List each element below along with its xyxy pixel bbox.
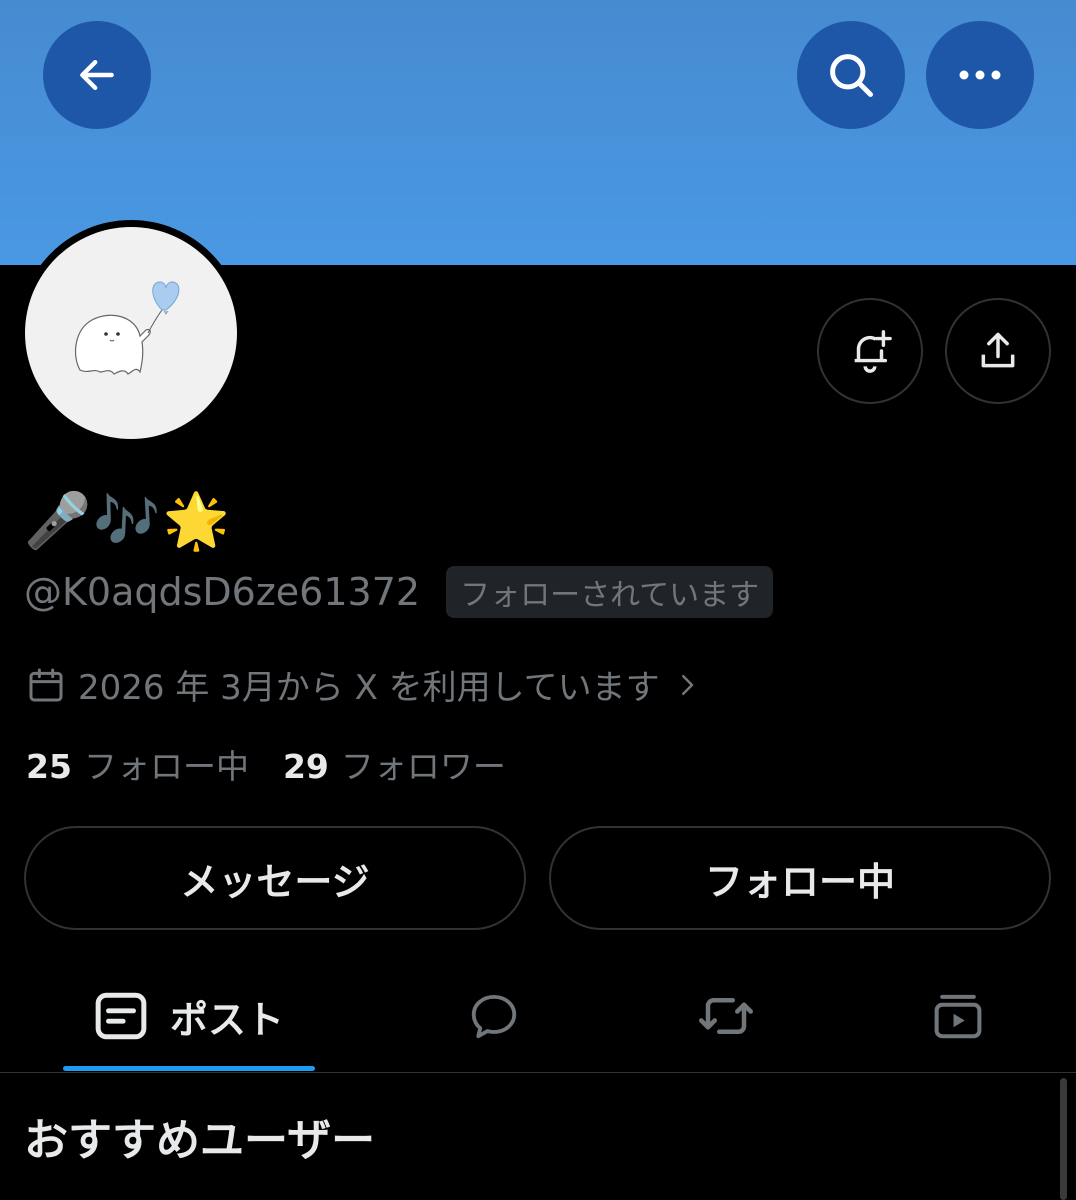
notifications-subscribe-button[interactable] [817, 298, 923, 404]
share-icon [981, 332, 1015, 368]
tab-replies[interactable] [432, 960, 556, 1072]
follows-you-badge: フォローされています [446, 566, 774, 618]
tab-posts[interactable]: ポスト [63, 960, 315, 1072]
followers-stat[interactable]: 29 フォロワー [283, 740, 506, 788]
following-button[interactable]: フォロー中 [549, 826, 1051, 930]
following-stat[interactable]: 25 フォロー中 [26, 740, 249, 788]
following-count: 25 [26, 747, 72, 786]
reposts-icon [699, 998, 753, 1034]
search-icon [830, 54, 873, 97]
arrow-left-icon [80, 59, 114, 91]
ghost-with-balloon-avatar-icon [74, 281, 180, 375]
active-tab-indicator [63, 1066, 315, 1071]
more-options-button[interactable] [926, 21, 1034, 129]
following-label: フォロー中 [83, 747, 249, 786]
scrollbar[interactable] [1060, 1078, 1067, 1200]
calendar-icon [29, 668, 63, 701]
profile-tabs: ポスト [0, 960, 1076, 1073]
chevron-right-icon [681, 674, 693, 695]
ellipsis-icon [959, 70, 1001, 80]
handle: @K0aqdsD6ze61372 [24, 570, 421, 614]
bell-plus-icon [854, 330, 892, 373]
media-icon [934, 994, 982, 1039]
share-button[interactable] [945, 298, 1051, 404]
recommended-users-heading: おすすめユーザー [24, 1115, 376, 1166]
tab-media[interactable] [896, 960, 1020, 1072]
avatar-ring[interactable] [18, 220, 244, 446]
tab-posts-label: ポスト [169, 997, 284, 1042]
back-button[interactable] [43, 21, 151, 129]
tab-reposts[interactable] [664, 960, 788, 1072]
handle-row: @K0aqdsD6ze61372 フォローされています [24, 566, 774, 618]
posts-icon [95, 992, 147, 1040]
display-name: 🎤🎶🌟 [24, 489, 232, 552]
joined-date-row[interactable]: 2026 年 3月から X を利用しています [26, 660, 702, 709]
message-button[interactable]: メッセージ [24, 826, 526, 930]
joined-text: 2026 年 3月から X を利用しています [78, 668, 660, 708]
follow-stats: 25 フォロー中 29 フォロワー [26, 740, 506, 788]
replies-icon [471, 994, 517, 1039]
followers-label: フォロワー [340, 747, 506, 786]
followers-count: 29 [282, 747, 329, 786]
search-button[interactable] [797, 21, 905, 129]
avatar[interactable] [25, 227, 237, 439]
